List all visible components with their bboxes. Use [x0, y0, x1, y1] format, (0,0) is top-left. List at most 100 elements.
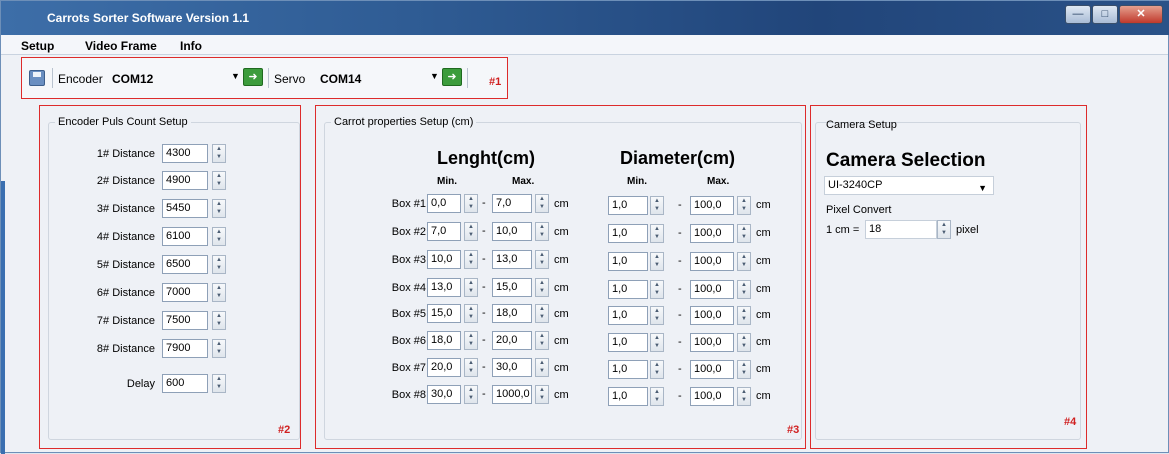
connect-servo-icon[interactable]: ➜: [442, 68, 462, 86]
diameter-max-input[interactable]: 100,0: [690, 360, 734, 379]
diameter-min-input[interactable]: 1,0: [608, 280, 648, 299]
camera-select[interactable]: UI-3240CP ▼: [824, 176, 994, 195]
length-unit: cm: [554, 335, 569, 347]
length-max-input[interactable]: 18,0: [492, 304, 532, 323]
length-max-input[interactable]: 7,0: [492, 194, 532, 213]
length-max-input[interactable]: 1000,0: [492, 385, 532, 404]
diameter-min-spinner[interactable]: ▲ ▼: [650, 224, 664, 243]
diameter-min-input[interactable]: 1,0: [608, 196, 648, 215]
delay-input[interactable]: 600: [162, 374, 208, 393]
length-min-spinner[interactable]: ▲ ▼: [464, 385, 478, 404]
distance-spinner[interactable]: ▲ ▼: [212, 255, 226, 274]
diameter-min-spinner[interactable]: ▲ ▼: [650, 333, 664, 352]
length-max-spinner[interactable]: ▲ ▼: [535, 304, 549, 323]
length-max-input[interactable]: 15,0: [492, 278, 532, 297]
length-max-spinner[interactable]: ▲ ▼: [535, 250, 549, 269]
distance-spinner[interactable]: ▲ ▼: [212, 144, 226, 163]
minimize-button[interactable]: —: [1065, 5, 1091, 24]
pixel-convert-input[interactable]: 18: [865, 220, 937, 239]
distance-input[interactable]: 6500: [162, 255, 208, 274]
chevron-down-icon[interactable]: ▼: [430, 71, 439, 81]
servo-port-select[interactable]: COM14: [320, 71, 361, 89]
distance-input[interactable]: 4300: [162, 144, 208, 163]
diameter-max-spinner[interactable]: ▲ ▼: [737, 280, 751, 299]
pixel-convert-spinner[interactable]: ▲ ▼: [937, 220, 951, 239]
diameter-max-input[interactable]: 100,0: [690, 387, 734, 406]
length-min-spinner[interactable]: ▲ ▼: [464, 278, 478, 297]
length-max-spinner[interactable]: ▲ ▼: [535, 278, 549, 297]
distance-spinner[interactable]: ▲ ▼: [212, 311, 226, 330]
distance-input[interactable]: 7000: [162, 283, 208, 302]
distance-input[interactable]: 5450: [162, 199, 208, 218]
diameter-min-input[interactable]: 1,0: [608, 224, 648, 243]
length-min-spinner[interactable]: ▲ ▼: [464, 331, 478, 350]
diameter-max-spinner[interactable]: ▲ ▼: [737, 360, 751, 379]
diameter-max-input[interactable]: 100,0: [690, 196, 734, 215]
length-max-input[interactable]: 30,0: [492, 358, 532, 377]
length-min-spinner[interactable]: ▲ ▼: [464, 222, 478, 241]
length-max-input[interactable]: 20,0: [492, 331, 532, 350]
diameter-max-input[interactable]: 100,0: [690, 306, 734, 325]
diameter-min-spinner[interactable]: ▲ ▼: [650, 280, 664, 299]
distance-spinner[interactable]: ▲ ▼: [212, 339, 226, 358]
diameter-min-spinner[interactable]: ▲ ▼: [650, 306, 664, 325]
chevron-down-icon[interactable]: ▼: [231, 71, 240, 81]
diameter-max-spinner[interactable]: ▲ ▼: [737, 252, 751, 271]
distance-spinner[interactable]: ▲ ▼: [212, 283, 226, 302]
distance-input[interactable]: 4900: [162, 171, 208, 190]
length-min-input[interactable]: 13,0: [427, 278, 461, 297]
diameter-max-spinner[interactable]: ▲ ▼: [737, 224, 751, 243]
menu-setup[interactable]: Setup: [21, 39, 54, 53]
camera-select-value: UI-3240CP: [828, 179, 883, 191]
distance-input[interactable]: 7500: [162, 311, 208, 330]
save-icon[interactable]: [29, 70, 45, 86]
length-max-input[interactable]: 13,0: [492, 250, 532, 269]
diameter-min-spinner[interactable]: ▲ ▼: [650, 196, 664, 215]
distance-input[interactable]: 7900: [162, 339, 208, 358]
length-min-spinner[interactable]: ▲ ▼: [464, 194, 478, 213]
encoder-port-select[interactable]: COM12: [112, 71, 153, 89]
diameter-min-input[interactable]: 1,0: [608, 306, 648, 325]
diameter-max-input[interactable]: 100,0: [690, 252, 734, 271]
length-max-input[interactable]: 10,0: [492, 222, 532, 241]
close-button[interactable]: ✕: [1119, 5, 1163, 24]
length-min-input[interactable]: 15,0: [427, 304, 461, 323]
diameter-max-spinner[interactable]: ▲ ▼: [737, 196, 751, 215]
length-min-input[interactable]: 0,0: [427, 194, 461, 213]
diameter-min-spinner[interactable]: ▲ ▼: [650, 387, 664, 406]
diameter-max-input[interactable]: 100,0: [690, 333, 734, 352]
length-max-spinner[interactable]: ▲ ▼: [535, 331, 549, 350]
diameter-max-spinner[interactable]: ▲ ▼: [737, 387, 751, 406]
length-min-input[interactable]: 7,0: [427, 222, 461, 241]
length-max-spinner[interactable]: ▲ ▼: [535, 222, 549, 241]
diameter-max-input[interactable]: 100,0: [690, 224, 734, 243]
diameter-min-spinner[interactable]: ▲ ▼: [650, 360, 664, 379]
distance-spinner[interactable]: ▲ ▼: [212, 171, 226, 190]
length-min-spinner[interactable]: ▲ ▼: [464, 358, 478, 377]
distance-spinner[interactable]: ▲ ▼: [212, 199, 226, 218]
menu-video-frame[interactable]: Video Frame: [85, 39, 157, 53]
diameter-max-spinner[interactable]: ▲ ▼: [737, 333, 751, 352]
diameter-max-spinner[interactable]: ▲ ▼: [737, 306, 751, 325]
diameter-min-input[interactable]: 1,0: [608, 333, 648, 352]
connect-encoder-icon[interactable]: ➜: [243, 68, 263, 86]
diameter-min-input[interactable]: 1,0: [608, 387, 648, 406]
diameter-max-input[interactable]: 100,0: [690, 280, 734, 299]
length-max-spinner[interactable]: ▲ ▼: [535, 194, 549, 213]
maximize-button[interactable]: □: [1092, 5, 1118, 24]
length-max-spinner[interactable]: ▲ ▼: [535, 358, 549, 377]
diameter-min-input[interactable]: 1,0: [608, 360, 648, 379]
delay-spinner[interactable]: ▲ ▼: [212, 374, 226, 393]
length-min-input[interactable]: 20,0: [427, 358, 461, 377]
length-min-spinner[interactable]: ▲ ▼: [464, 304, 478, 323]
diameter-min-spinner[interactable]: ▲ ▼: [650, 252, 664, 271]
distance-input[interactable]: 6100: [162, 227, 208, 246]
length-min-input[interactable]: 30,0: [427, 385, 461, 404]
menu-info[interactable]: Info: [180, 39, 202, 53]
length-min-input[interactable]: 18,0: [427, 331, 461, 350]
distance-spinner[interactable]: ▲ ▼: [212, 227, 226, 246]
length-min-input[interactable]: 10,0: [427, 250, 461, 269]
length-min-spinner[interactable]: ▲ ▼: [464, 250, 478, 269]
length-max-spinner[interactable]: ▲ ▼: [535, 385, 549, 404]
diameter-min-input[interactable]: 1,0: [608, 252, 648, 271]
